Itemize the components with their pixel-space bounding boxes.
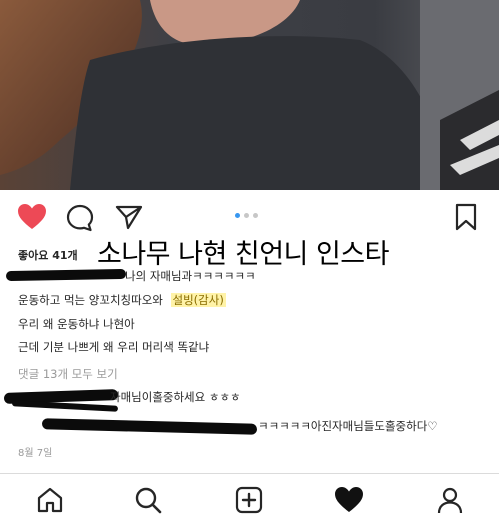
likes-count[interactable]: 좋아요 41개: [18, 247, 78, 263]
heart-filled-icon: [18, 204, 46, 229]
caption-line: 나의 자매님과ㅋㅋㅋㅋㅋㅋ: [125, 269, 256, 283]
redacted-mark: [11, 400, 119, 412]
comment-text: ㅋㅋㅋㅋㅋ아진자매님들도홀중하다♡: [258, 419, 438, 433]
search-button[interactable]: [134, 486, 162, 518]
search-icon: [135, 487, 162, 514]
carousel-indicator: [235, 213, 258, 218]
share-button[interactable]: [115, 204, 143, 234]
profile-icon: [437, 487, 463, 514]
activity-heart-icon: [335, 487, 363, 512]
caption-text: 운동하고 먹는 양꼬치칭따오와: [18, 293, 163, 307]
home-button[interactable]: [36, 486, 64, 518]
paper-plane-icon: [115, 205, 143, 230]
activity-button[interactable]: [334, 486, 364, 517]
home-icon: [37, 487, 63, 513]
redacted-username: [41, 418, 258, 435]
carousel-dot: [253, 213, 258, 218]
view-all-comments-link[interactable]: 댓글 13개 모두 보기: [18, 366, 118, 382]
post-date: 8월 7일: [18, 448, 53, 459]
redacted-username: [5, 268, 127, 282]
bookmark-icon: [455, 203, 477, 231]
carousel-dot: [244, 213, 249, 218]
add-post-button[interactable]: [235, 486, 263, 518]
comment-text: 자매님이홀중하세요 ㅎㅎㅎ: [110, 390, 241, 404]
highlighted-mention[interactable]: 설빙(감사): [170, 293, 226, 307]
carousel-dot: [235, 213, 240, 218]
add-post-icon: [235, 486, 263, 514]
save-button[interactable]: [455, 203, 477, 235]
comment-icon: [66, 204, 94, 232]
bottom-navigation: [0, 473, 499, 532]
comment-button[interactable]: [66, 204, 94, 236]
caption-line: 우리 왜 운동하냐 나현아: [18, 317, 135, 331]
profile-button[interactable]: [436, 486, 464, 518]
post-photo[interactable]: [0, 0, 499, 190]
like-button[interactable]: [17, 203, 47, 234]
caption-line: 운동하고 먹는 양꼬치칭따오와 설빙(감사): [18, 292, 226, 308]
caption-line: 근데 기분 나쁘게 왜 우리 머리색 똑같냐: [18, 340, 210, 354]
overlay-caption: 소나무 나현 친언니 인스타: [97, 239, 390, 270]
